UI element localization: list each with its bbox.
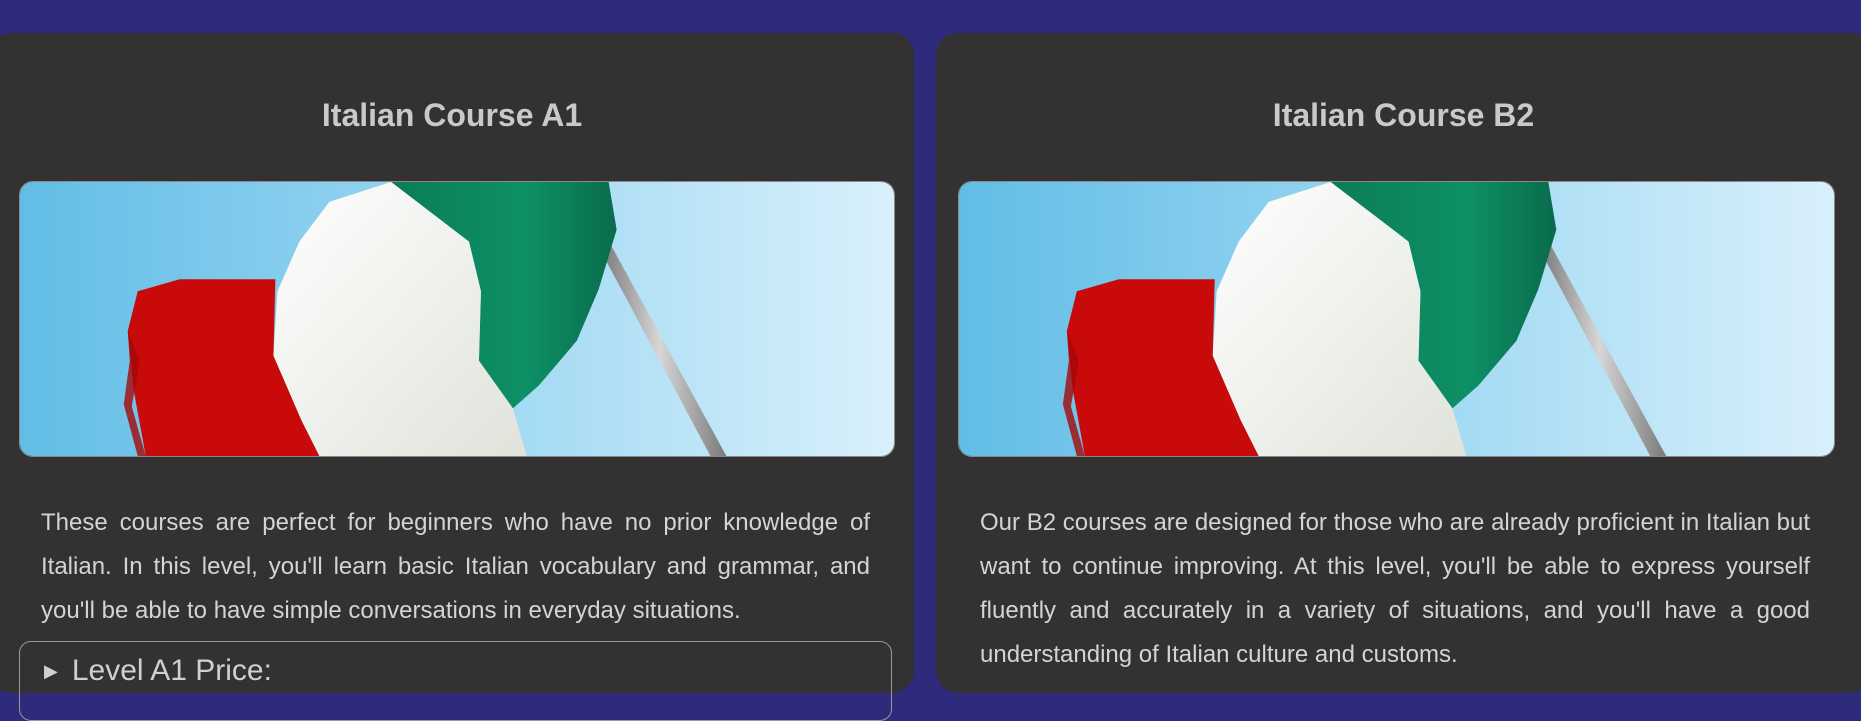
course-description: These courses are perfect for beginners … xyxy=(41,509,870,624)
course-title: Italian Course A1 xyxy=(321,97,583,133)
italian-flag-image xyxy=(19,181,895,457)
course-card-a1: Italian Course A1 These courses are perf… xyxy=(0,33,914,721)
price-toggle-label: Level A1 Price: xyxy=(71,654,272,687)
disclosure-triangle-icon: ▶ xyxy=(44,661,58,681)
course-title: Italian Course B2 xyxy=(1272,97,1535,133)
course-card-b2: Italian Course B2 Our B2 courses are des… xyxy=(936,33,1861,693)
italian-flag-image xyxy=(958,181,1835,457)
price-toggle[interactable]: ▶ Level A1 Price: xyxy=(19,641,892,721)
course-description: Our B2 courses are designed for those wh… xyxy=(980,509,1810,668)
